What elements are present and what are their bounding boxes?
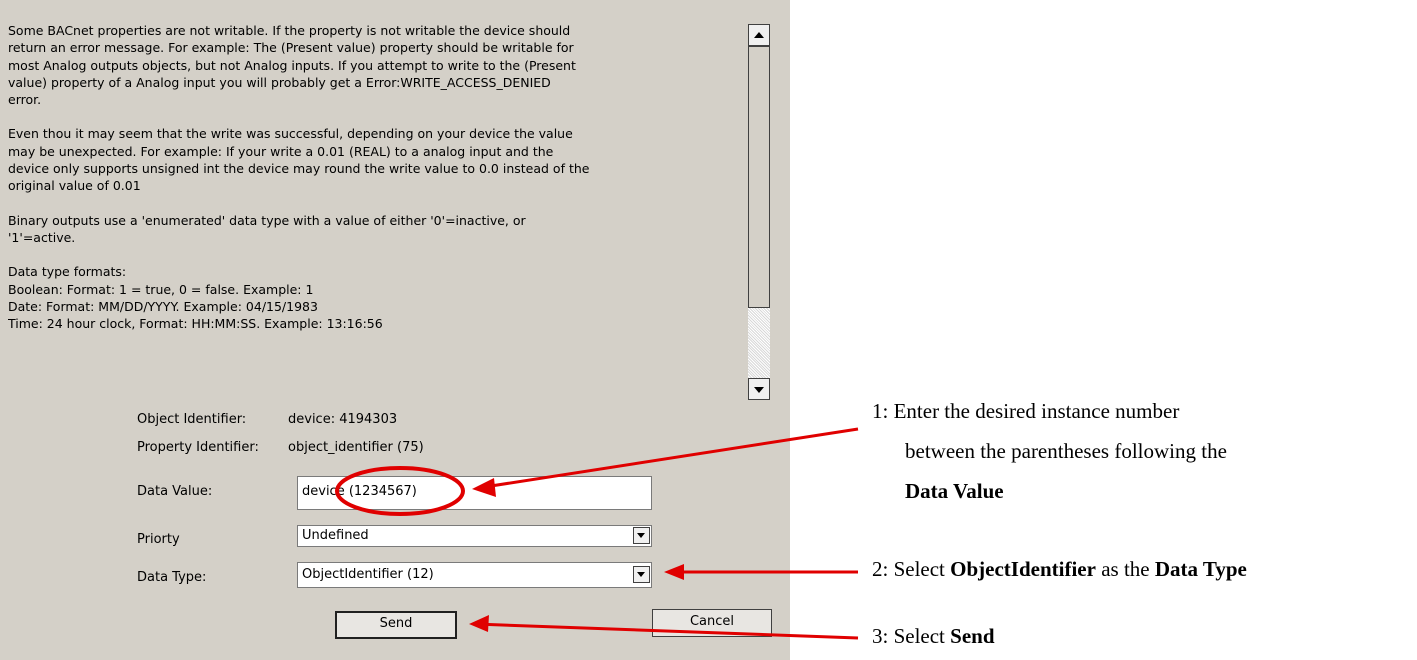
callout-step1-bold: Data Value [905,479,1004,503]
arrow-head-step3 [469,615,489,632]
arrow-shaft-step1 [477,427,859,490]
callout-step2: 2: Select ObjectIdentifier as the Data T… [872,557,1247,581]
data-value-highlight-ellipse [335,466,465,516]
callout-step1-line1: 1: Enter the desired instance number [872,399,1180,423]
callout-step1-line2: between the parentheses following the [905,439,1227,463]
callout-step1-line3: Data Value [905,479,1004,504]
arrow-shaft-step3 [474,622,859,640]
arrow-head-step1 [472,478,496,497]
callout-step3: 3: Select Send [872,624,995,648]
arrow-head-step2 [664,564,684,580]
